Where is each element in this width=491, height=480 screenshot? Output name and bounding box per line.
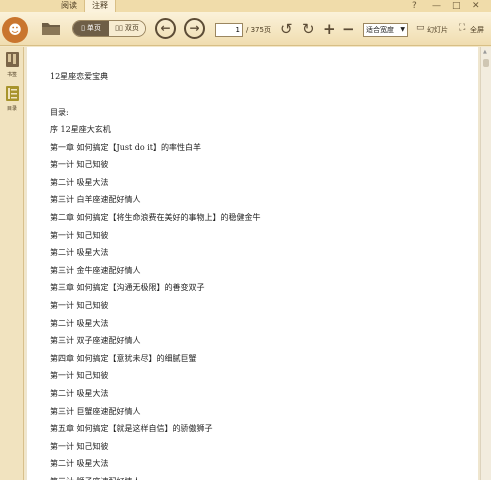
toc-item: 第三计 金牛座速配好情人 [50,265,141,275]
toc-item: 第二计 吸星大法 [50,248,109,258]
toolbar: ☻ ▯ 单页 ▯▯ 双页 ← → 1 / 375页 ↺ ↻ + − 适合宽度 ▼… [0,12,491,46]
toc-item: 第一计 知己知彼 [50,300,109,310]
view-mode-toggle: ▯ 单页 ▯▯ 双页 [72,20,146,37]
sidebar-item-contents[interactable]: 目录 [2,85,22,113]
bookmark-icon [5,52,19,67]
arrow-left-icon: ← [160,21,171,35]
fullscreen-button[interactable]: 全屏 [470,25,484,35]
sidebar: 书签 目录 [0,47,24,480]
close-icon[interactable]: ✕ [472,1,480,11]
arrow-right-icon: → [189,21,200,35]
toc-item: 第五章 如何搞定【就是这样自信】的骄傲狮子 [50,424,213,434]
zoom-mode-select[interactable]: 适合宽度 ▼ [363,23,408,37]
scroll-up-icon[interactable]: ▲ [483,49,487,55]
sidebar-item-bookmarks[interactable]: 书签 [2,51,22,79]
toc-item: 第四章 如何搞定【意犹未尽】的细腻巨蟹 [50,353,197,363]
app-logo-icon[interactable]: ☻ [2,17,28,43]
toc-item: 第二计 吸星大法 [50,459,109,469]
toc-item: 第二计 吸星大法 [50,318,109,328]
single-page-icon: ▯ [81,24,85,32]
double-page-button[interactable]: ▯▯ 双页 [109,21,145,36]
page-total: / 375页 [246,26,271,34]
double-page-label: 双页 [124,24,139,32]
sidebar-item-label: 目录 [6,106,17,112]
toc-item: 第一计 知己知彼 [50,230,109,240]
slideshow-button[interactable]: 幻灯片 [427,25,448,35]
toc-item: 序 12星座大玄机 [50,125,111,134]
tab-annotate[interactable]: 注释 [84,0,116,12]
rotate-right-icon[interactable]: ↻ [302,21,315,37]
prev-page-button[interactable]: ← [155,18,176,39]
toc-item: 第二计 吸星大法 [50,177,109,187]
fullscreen-icon[interactable]: ⛶ [459,23,465,33]
minimize-icon[interactable]: — [432,1,441,11]
document-title: 12星座恋爱宝典 [50,72,109,81]
slideshow-icon[interactable]: ▭ [416,23,425,33]
tab-strip: 阅读 注释 ? — □ ✕ [0,0,491,12]
toc-item: 第三计 白羊座速配好情人 [50,195,141,205]
toc-item: 第二章 如何搞定【将生命浪费在美好的事物上】的稳健金牛 [50,212,261,222]
toc-item: 第二计 吸星大法 [50,388,109,398]
maximize-icon[interactable]: □ [452,1,461,11]
single-page-label: 单页 [86,24,101,32]
open-folder-icon[interactable] [41,21,61,36]
toc-item: 第三章 如何搞定【沟通无极限】的善变双子 [50,283,205,293]
vertical-scrollbar[interactable]: ▲ [480,47,491,480]
zoom-out-icon[interactable]: − [342,21,355,37]
zoom-in-icon[interactable]: + [323,21,336,37]
document-area: 12星座恋爱宝典 目录: 序 12星座大玄机第一章 如何搞定【Just do i… [25,47,491,480]
single-page-button[interactable]: ▯ 单页 [73,21,109,36]
toc-heading: 目录: [50,108,69,117]
document-page: 12星座恋爱宝典 目录: 序 12星座大玄机第一章 如何搞定【Just do i… [27,47,478,480]
chevron-down-icon: ▼ [400,26,405,33]
page-number-input[interactable]: 1 [215,23,243,37]
help-icon[interactable]: ? [412,1,417,11]
toc-item: 第一计 知己知彼 [50,371,109,381]
contents-icon [5,86,19,101]
toc-item: 第一计 知己知彼 [50,441,109,451]
rotate-left-icon[interactable]: ↺ [280,21,293,37]
next-page-button[interactable]: → [184,18,205,39]
toc-item: 第三计 双子座速配好情人 [50,336,141,346]
toc-item: 第一章 如何搞定【Just do it】的率性白羊 [50,142,202,152]
toc-item: 第一计 知己知彼 [50,160,109,170]
sidebar-item-label: 书签 [6,72,17,78]
toc-item: 第三计 巨蟹座速配好情人 [50,406,141,416]
toc-list: 序 12星座大玄机第一章 如何搞定【Just do it】的率性白羊 第一计 知己… [50,125,261,480]
double-page-icon: ▯▯ [115,24,123,32]
tab-read[interactable]: 阅读 [54,0,84,12]
zoom-mode-value: 适合宽度 [366,26,394,34]
scrollbar-thumb[interactable] [483,59,489,67]
